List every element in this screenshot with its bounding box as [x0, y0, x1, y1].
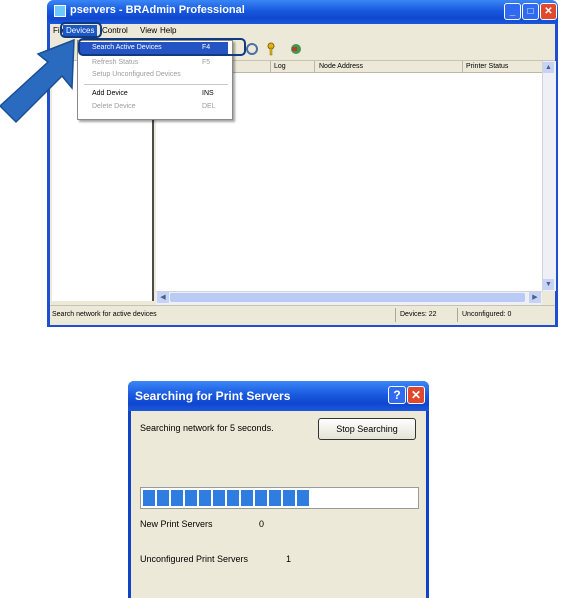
status-unconfigured-count: Unconfigured: 0 [462, 311, 512, 318]
menu-control[interactable]: Control [102, 26, 128, 35]
status-divider [457, 308, 458, 322]
window-title: pservers - BRAdmin Professional [70, 4, 245, 16]
column-divider[interactable] [462, 61, 463, 72]
help-button[interactable]: ? [388, 386, 406, 404]
pointer-arrow-icon [0, 38, 75, 124]
scroll-right-icon[interactable]: ▶ [529, 292, 541, 303]
refresh-icon[interactable] [245, 42, 259, 56]
dialog-close-button[interactable]: ✕ [407, 386, 425, 404]
search-item-highlight-frame [78, 38, 246, 56]
scroll-down-icon[interactable]: ▼ [543, 279, 554, 290]
network-icon[interactable] [289, 42, 303, 56]
progress-block [297, 490, 309, 506]
column-divider[interactable] [314, 61, 315, 72]
progress-block [157, 490, 169, 506]
dialog-message: Searching network for 5 seconds. [140, 423, 274, 433]
menu-item-refresh-status[interactable]: Refresh Status [92, 59, 138, 66]
column-printer-status[interactable]: Printer Status [466, 63, 508, 70]
menu-item-shortcut: DEL [202, 103, 216, 110]
progress-block [213, 490, 225, 506]
dialog-title: Searching for Print Servers [135, 389, 291, 403]
new-print-servers-value: 0 [259, 519, 265, 529]
scroll-left-icon[interactable]: ◀ [157, 292, 169, 303]
minimize-button[interactable]: _ [504, 3, 521, 20]
key-icon[interactable] [264, 42, 278, 56]
unconfigured-print-servers-label: Unconfigured Print Servers [140, 554, 249, 564]
status-message: Search network for active devices [52, 311, 157, 318]
stop-searching-button[interactable]: Stop Searching [318, 418, 416, 440]
scroll-up-icon[interactable]: ▲ [543, 62, 554, 73]
new-print-servers-label: New Print Servers [140, 519, 213, 529]
menu-view[interactable]: View [140, 26, 157, 35]
menu-item-shortcut: F5 [202, 59, 211, 66]
progress-block [269, 490, 281, 506]
column-log[interactable]: Log [274, 63, 286, 70]
menu-help[interactable]: Help [160, 26, 176, 35]
maximize-button[interactable]: □ [522, 3, 539, 20]
progress-block [199, 490, 211, 506]
progress-block [283, 490, 295, 506]
column-divider[interactable] [270, 61, 271, 72]
menu-item-shortcut: INS [202, 90, 214, 97]
unconfigured-print-servers-value: 1 [286, 554, 292, 564]
progress-fill [143, 490, 309, 506]
menu-item-add-device[interactable]: Add Device [92, 90, 128, 97]
horizontal-scroll-thumb[interactable] [170, 293, 525, 302]
close-button[interactable]: ✕ [540, 3, 557, 20]
progress-block [171, 490, 183, 506]
app-icon [54, 5, 66, 17]
status-divider [395, 308, 396, 322]
column-node-address[interactable]: Node Address [319, 63, 363, 70]
vertical-scrollbar[interactable] [542, 61, 556, 291]
progress-block [255, 490, 267, 506]
menu-separator [84, 84, 228, 85]
progress-block [143, 490, 155, 506]
progress-block [227, 490, 239, 506]
status-device-count: Devices: 22 [400, 311, 437, 318]
progress-block [185, 490, 197, 506]
menu-item-delete-device[interactable]: Delete Device [92, 103, 136, 110]
progress-block [241, 490, 253, 506]
menu-item-setup-unconfigured[interactable]: Setup Unconfigured Devices [92, 71, 181, 78]
